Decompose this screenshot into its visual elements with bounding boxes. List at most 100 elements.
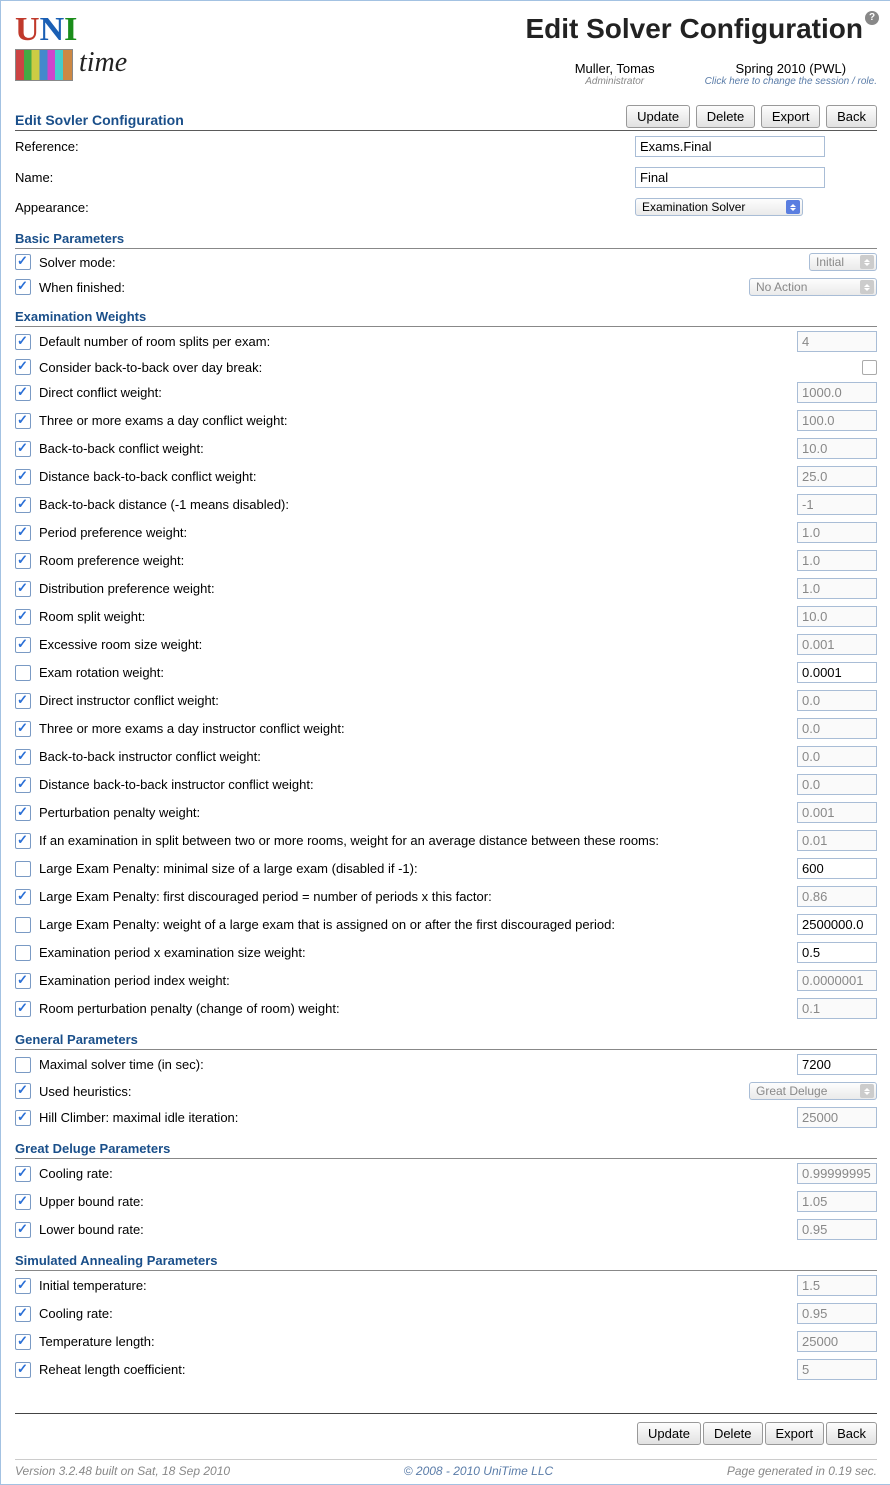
param-input[interactable] xyxy=(797,1219,877,1240)
session-change-link[interactable]: Click here to change the session / role. xyxy=(705,76,877,87)
param-input[interactable] xyxy=(797,1359,877,1380)
param-enable-checkbox[interactable] xyxy=(15,1110,31,1126)
param-enable-checkbox[interactable] xyxy=(15,861,31,877)
param-enable-checkbox[interactable] xyxy=(15,1306,31,1322)
param-row: Three or more exams a day instructor con… xyxy=(15,714,877,742)
param-enable-checkbox[interactable] xyxy=(15,889,31,905)
param-label: Temperature length: xyxy=(39,1334,797,1349)
param-input[interactable] xyxy=(797,1054,877,1075)
help-icon[interactable]: ? xyxy=(865,11,879,25)
param-input[interactable] xyxy=(797,1163,877,1184)
param-row: Hill Climber: maximal idle iteration: xyxy=(15,1103,877,1131)
param-input[interactable] xyxy=(797,522,877,543)
param-enable-checkbox[interactable] xyxy=(15,721,31,737)
appearance-select[interactable]: Examination Solver xyxy=(635,198,803,216)
param-enable-checkbox[interactable] xyxy=(15,1278,31,1294)
param-input[interactable] xyxy=(797,914,877,935)
param-enable-checkbox[interactable] xyxy=(15,833,31,849)
param-enable-checkbox[interactable] xyxy=(15,693,31,709)
param-input[interactable] xyxy=(797,774,877,795)
param-label: Solver mode: xyxy=(39,255,809,270)
param-enable-checkbox[interactable] xyxy=(15,1083,31,1099)
param-select[interactable]: No Action xyxy=(749,278,877,296)
param-input[interactable] xyxy=(797,466,877,487)
param-checkbox[interactable] xyxy=(862,360,877,375)
param-input[interactable] xyxy=(797,886,877,907)
param-enable-checkbox[interactable] xyxy=(15,1194,31,1210)
param-label: Examination period index weight: xyxy=(39,973,797,988)
param-enable-checkbox[interactable] xyxy=(15,973,31,989)
param-input[interactable] xyxy=(797,662,877,683)
param-input[interactable] xyxy=(797,1331,877,1352)
param-input[interactable] xyxy=(797,970,877,991)
param-enable-checkbox[interactable] xyxy=(15,385,31,401)
param-enable-checkbox[interactable] xyxy=(15,469,31,485)
param-input[interactable] xyxy=(797,830,877,851)
param-enable-checkbox[interactable] xyxy=(15,279,31,295)
back-button[interactable]: Back xyxy=(826,105,877,128)
param-input[interactable] xyxy=(797,998,877,1019)
param-enable-checkbox[interactable] xyxy=(15,254,31,270)
param-enable-checkbox[interactable] xyxy=(15,334,31,350)
param-row: Distance back-to-back instructor conflic… xyxy=(15,770,877,798)
name-input[interactable] xyxy=(635,167,825,188)
param-row: Distance back-to-back conflict weight: xyxy=(15,462,877,490)
param-select[interactable]: Great Deluge xyxy=(749,1082,877,1100)
param-input[interactable] xyxy=(797,1191,877,1212)
delete-button[interactable]: Delete xyxy=(703,1422,763,1445)
param-enable-checkbox[interactable] xyxy=(15,917,31,933)
param-enable-checkbox[interactable] xyxy=(15,525,31,541)
export-button[interactable]: Export xyxy=(761,105,821,128)
param-input[interactable] xyxy=(797,382,877,403)
param-enable-checkbox[interactable] xyxy=(15,1057,31,1073)
param-input[interactable] xyxy=(797,802,877,823)
param-enable-checkbox[interactable] xyxy=(15,1334,31,1350)
param-input[interactable] xyxy=(797,550,877,571)
param-input[interactable] xyxy=(797,858,877,879)
param-input[interactable] xyxy=(797,718,877,739)
param-enable-checkbox[interactable] xyxy=(15,777,31,793)
param-input[interactable] xyxy=(797,942,877,963)
param-enable-checkbox[interactable] xyxy=(15,637,31,653)
param-enable-checkbox[interactable] xyxy=(15,581,31,597)
param-row: Room perturbation penalty (change of roo… xyxy=(15,994,877,1022)
param-select[interactable]: Initial xyxy=(809,253,877,271)
update-button[interactable]: Update xyxy=(637,1422,701,1445)
param-enable-checkbox[interactable] xyxy=(15,609,31,625)
param-input[interactable] xyxy=(797,634,877,655)
param-enable-checkbox[interactable] xyxy=(15,1362,31,1378)
param-enable-checkbox[interactable] xyxy=(15,805,31,821)
param-input[interactable] xyxy=(797,494,877,515)
update-button[interactable]: Update xyxy=(626,105,690,128)
footer-copyright[interactable]: © 2008 - 2010 UniTime LLC xyxy=(404,1464,553,1478)
param-enable-checkbox[interactable] xyxy=(15,441,31,457)
export-button[interactable]: Export xyxy=(765,1422,825,1445)
param-input[interactable] xyxy=(797,438,877,459)
param-input[interactable] xyxy=(797,1107,877,1128)
param-enable-checkbox[interactable] xyxy=(15,413,31,429)
param-row: Large Exam Penalty: minimal size of a la… xyxy=(15,854,877,882)
param-row: Examination period x examination size we… xyxy=(15,938,877,966)
param-input[interactable] xyxy=(797,1303,877,1324)
param-enable-checkbox[interactable] xyxy=(15,1222,31,1238)
reference-input[interactable] xyxy=(635,136,825,157)
param-input[interactable] xyxy=(797,578,877,599)
param-enable-checkbox[interactable] xyxy=(15,497,31,513)
param-enable-checkbox[interactable] xyxy=(15,359,31,375)
param-enable-checkbox[interactable] xyxy=(15,749,31,765)
param-enable-checkbox[interactable] xyxy=(15,665,31,681)
param-label: Used heuristics: xyxy=(39,1084,749,1099)
param-input[interactable] xyxy=(797,746,877,767)
back-button[interactable]: Back xyxy=(826,1422,877,1445)
reference-label: Reference: xyxy=(15,139,635,154)
param-input[interactable] xyxy=(797,606,877,627)
param-enable-checkbox[interactable] xyxy=(15,1001,31,1017)
delete-button[interactable]: Delete xyxy=(696,105,756,128)
param-enable-checkbox[interactable] xyxy=(15,945,31,961)
param-enable-checkbox[interactable] xyxy=(15,1166,31,1182)
param-enable-checkbox[interactable] xyxy=(15,553,31,569)
param-input[interactable] xyxy=(797,1275,877,1296)
param-input[interactable] xyxy=(797,331,877,352)
param-input[interactable] xyxy=(797,690,877,711)
param-input[interactable] xyxy=(797,410,877,431)
